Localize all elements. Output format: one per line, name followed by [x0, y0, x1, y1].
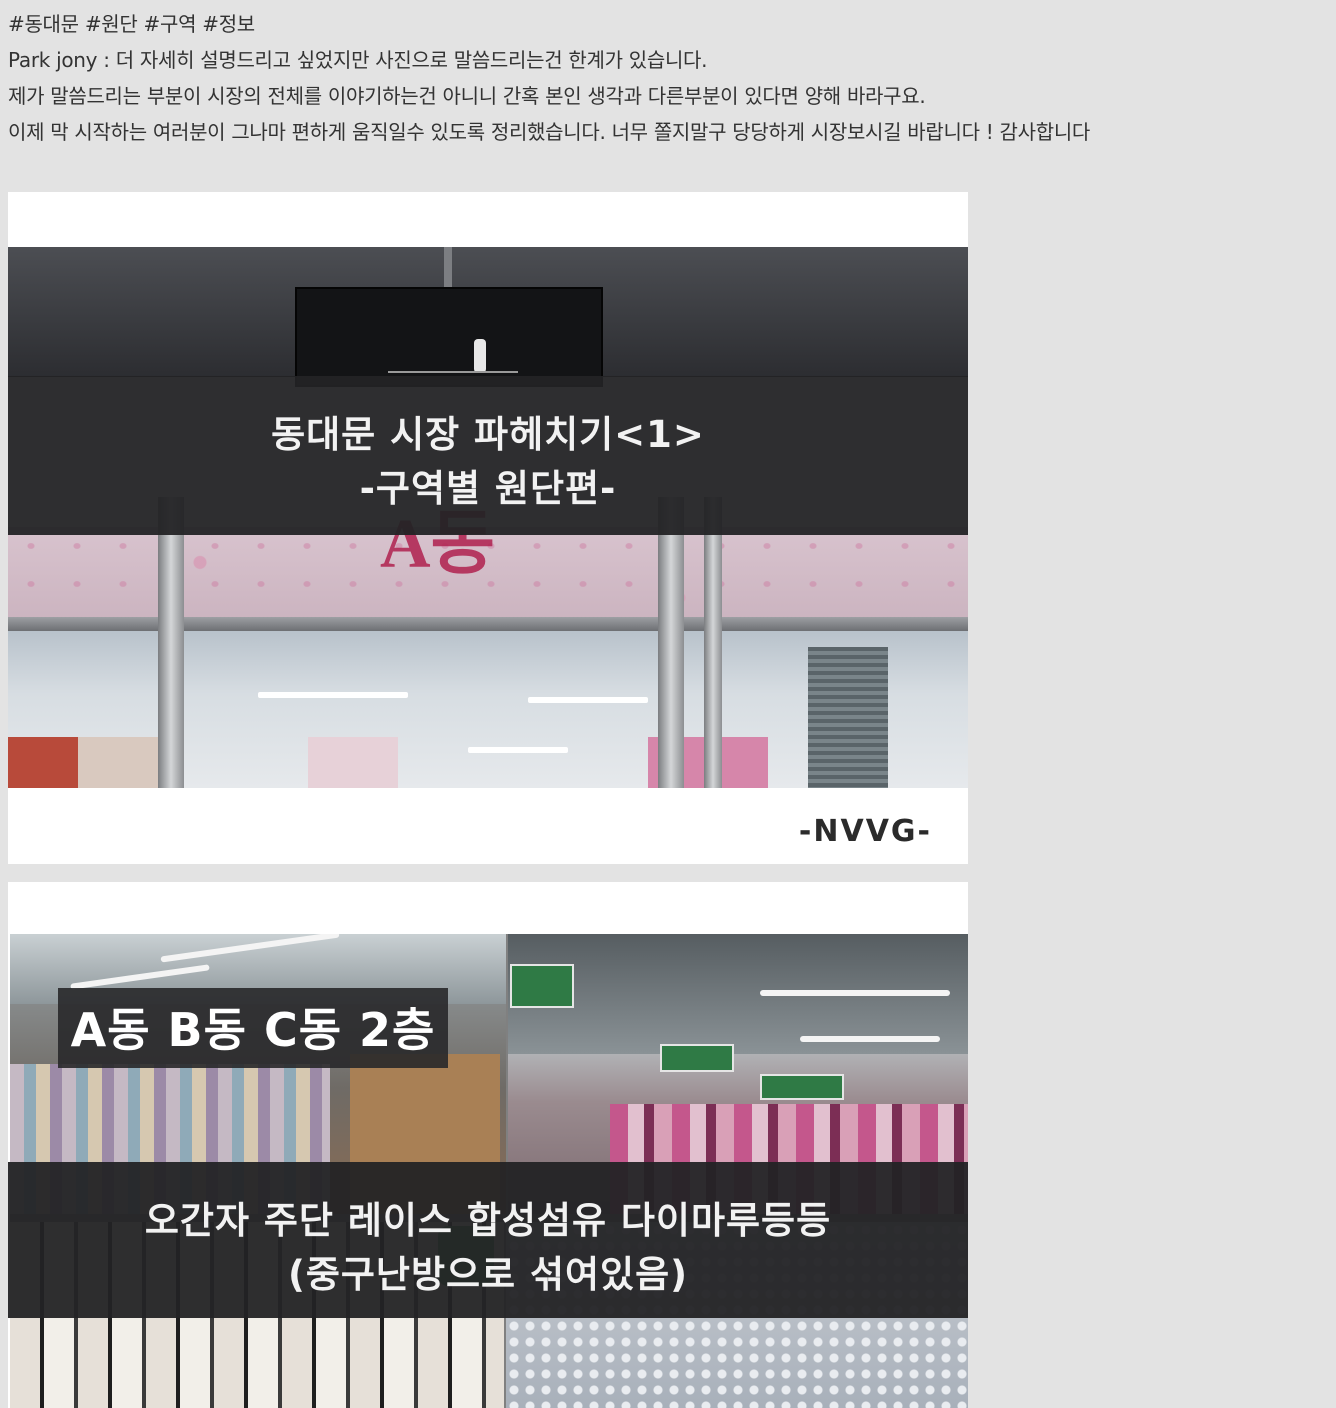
tv-mount-pole [444, 247, 452, 291]
photo-card-buildings-2f[interactable]: A동 B동 C동 2층 오간자 주단 레이스 합성섬유 다이마루등등 (중구난방… [8, 882, 968, 1408]
metal-shutter [808, 647, 888, 788]
ceiling-light [468, 747, 568, 753]
tv-glare [474, 339, 486, 373]
image-subtitle: -구역별 원단편- [359, 467, 617, 510]
image-credit: -NVVG- [798, 814, 932, 849]
shop-goods [78, 737, 158, 788]
ceiling-light [258, 692, 408, 698]
post-text: #동대문 #원단 #구역 #정보 Park jony : 더 자세히 설명드리고… [8, 6, 1328, 150]
fabric-note-caption: (중구난방으로 섞여있음) [287, 1253, 689, 1296]
post-hashtags: #동대문 #원단 #구역 #정보 [8, 12, 255, 36]
post-line-3: 이제 막 시작하는 여러분이 그나마 편하게 움직일수 있도록 정리했습니다. … [8, 120, 1091, 144]
shop-sign [660, 1044, 734, 1072]
post-line-2: 제가 말씀드리는 부분이 시장의 전체를 이야기하는건 아니니 간혹 본인 생각… [8, 84, 926, 108]
shop-goods [308, 737, 398, 788]
photo-card-market-intro[interactable]: A동 동대문 시장 파헤치기<1> -구역별 원단편- -NVVG- [8, 192, 968, 864]
buildings-label: A동 B동 C동 2층 [70, 1003, 436, 1057]
metal-band [8, 617, 968, 631]
image-title: 동대문 시장 파헤치기<1> [271, 413, 705, 456]
ceiling-light [528, 697, 648, 703]
fabric-types-caption: 오간자 주단 레이스 합성섬유 다이마루등등 [144, 1199, 832, 1242]
door-frame [658, 497, 684, 788]
shop-sign [510, 964, 574, 1008]
shop-goods [8, 737, 78, 788]
ceiling-light [800, 1036, 940, 1042]
ceiling-light [760, 990, 950, 996]
door-frame [158, 497, 184, 788]
door-frame [704, 497, 722, 788]
post-line-1: Park jony : 더 자세히 설명드리고 싶었지만 사진으로 말씀드리는건… [8, 48, 708, 72]
shop-sign [760, 1074, 844, 1100]
tv-caption [388, 371, 518, 373]
